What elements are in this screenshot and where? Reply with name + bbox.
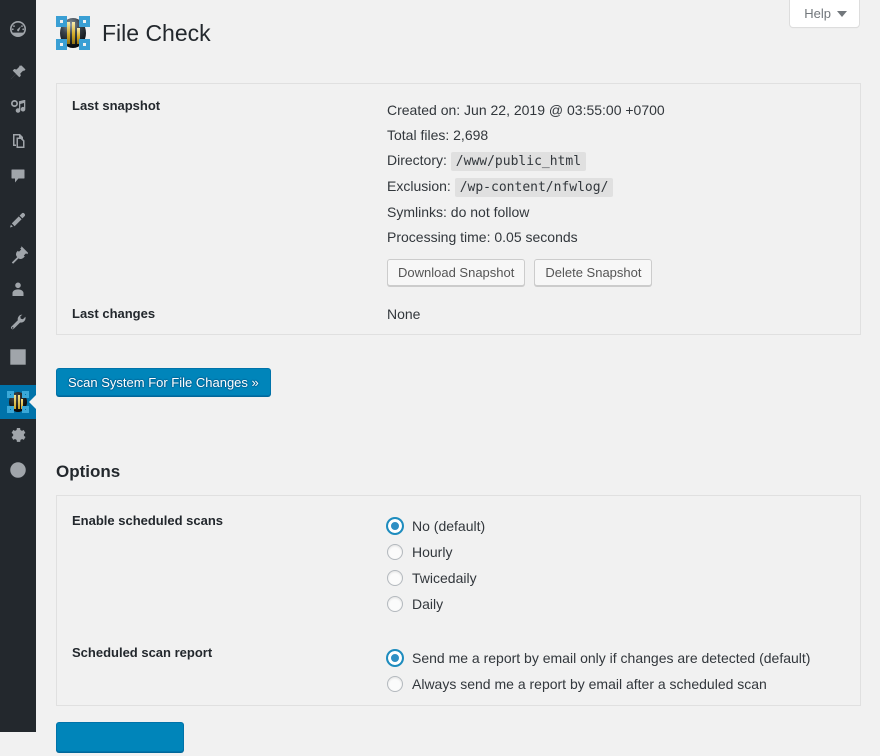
- play-circle-icon: [8, 460, 28, 480]
- radio-indicator[interactable]: [387, 650, 403, 666]
- last-changes-row: Last changes None: [57, 306, 420, 323]
- scan-button-wrap: Scan System For File Changes »: [56, 368, 271, 396]
- screen-meta-links: Help: [789, 0, 860, 28]
- chevron-down-icon: [837, 10, 847, 17]
- radio-label: Send me a report by email only if change…: [412, 650, 811, 666]
- submit-button-wrap: [56, 722, 184, 756]
- created-on-line: Created on: Jun 22, 2019 @ 03:55:00 +070…: [387, 102, 665, 118]
- save-changes-button[interactable]: [56, 722, 184, 752]
- scan-system-button[interactable]: Scan System For File Changes »: [56, 368, 271, 396]
- exclusion-line: Exclusion: /wp-content/nfwlog/: [387, 174, 665, 200]
- total-files-line: Total files: 2,698: [387, 127, 489, 143]
- sidebar-item-firewall-log[interactable]: [0, 453, 36, 487]
- pin-icon: [8, 63, 28, 83]
- radio-indicator[interactable]: [387, 570, 403, 586]
- sidebar-item-firewall-options[interactable]: [0, 419, 36, 453]
- sidebar-item-media[interactable]: [0, 90, 36, 124]
- radio-indicator[interactable]: [387, 518, 403, 534]
- radio-label: Hourly: [412, 544, 453, 560]
- radio-scheduled-no[interactable]: No (default): [387, 513, 485, 539]
- exclusion-value: /wp-content/nfwlog/: [454, 178, 614, 197]
- page-title: File Check: [56, 16, 211, 50]
- radio-indicator[interactable]: [387, 596, 403, 612]
- radio-label: Always send me a report by email after a…: [412, 676, 767, 692]
- radio-label: Daily: [412, 596, 444, 612]
- sliders-icon: [8, 347, 28, 367]
- admin-sidebar: [0, 0, 37, 732]
- sidebar-item-settings[interactable]: [0, 340, 36, 374]
- last-snapshot-row: Last snapshot Created on: Jun 22, 2019 @…: [57, 98, 665, 286]
- enable-scheduled-scans-label: Enable scheduled scans: [72, 513, 224, 528]
- radio-report-always[interactable]: Always send me a report by email after a…: [387, 671, 810, 697]
- symlinks-line: Symlinks: do not follow: [387, 204, 530, 220]
- options-heading: Options: [56, 462, 121, 481]
- radio-scheduled-hourly[interactable]: Hourly: [387, 539, 485, 565]
- directory-line: Directory: /www/public_html: [387, 148, 665, 174]
- directory-value: /www/public_html: [450, 152, 587, 171]
- exclusion-label: Exclusion:: [387, 178, 451, 194]
- file-check-logo-icon: [56, 16, 90, 50]
- directory-label: Directory:: [387, 152, 447, 168]
- radio-report-on-changes[interactable]: Send me a report by email only if change…: [387, 645, 810, 671]
- gear-icon: [8, 426, 28, 446]
- processing-time-line: Processing time: 0.05 seconds: [387, 229, 578, 245]
- radio-scheduled-twicedaily[interactable]: Twicedaily: [387, 565, 485, 591]
- last-snapshot-label: Last snapshot: [72, 98, 161, 113]
- radio-scheduled-daily[interactable]: Daily: [387, 591, 485, 617]
- last-changes-label: Last changes: [72, 306, 156, 321]
- radio-label: No (default): [412, 518, 486, 534]
- paintbrush-icon: [8, 210, 28, 230]
- sidebar-item-tools[interactable]: [0, 305, 36, 339]
- sidebar-item-appearance[interactable]: [0, 203, 36, 237]
- sidebar-separator: [0, 193, 36, 202]
- sidebar-item-pages[interactable]: [0, 124, 36, 158]
- pages-icon: [8, 131, 28, 151]
- enable-scheduled-scans-row: Enable scheduled scans No (default) Hour…: [57, 513, 485, 617]
- content-area: Help File Check Last snapshot Created on…: [36, 0, 880, 752]
- help-tab-button[interactable]: Help: [789, 0, 860, 28]
- download-snapshot-button[interactable]: Download Snapshot: [387, 259, 526, 286]
- scheduled-scan-report-choices: Send me a report by email only if change…: [387, 645, 810, 697]
- radio-indicator[interactable]: [387, 544, 403, 560]
- plug-icon: [8, 245, 28, 265]
- scheduled-scan-report-label: Scheduled scan report: [72, 645, 213, 660]
- file-check-plugin-icon: [7, 391, 29, 413]
- enable-scheduled-scans-choices: No (default) Hourly Twicedaily Daily: [387, 513, 485, 617]
- sidebar-item-posts[interactable]: [0, 56, 36, 90]
- sidebar-item-dashboard[interactable]: [0, 12, 36, 46]
- last-snapshot-details: Created on: Jun 22, 2019 @ 03:55:00 +070…: [387, 98, 665, 286]
- user-icon: [8, 279, 28, 299]
- sidebar-item-comments[interactable]: [0, 159, 36, 193]
- sidebar-item-plugins[interactable]: [0, 238, 36, 272]
- comment-icon: [8, 166, 28, 186]
- wrench-icon: [8, 312, 28, 332]
- radio-indicator[interactable]: [387, 676, 403, 692]
- sidebar-item-users[interactable]: [0, 272, 36, 306]
- options-panel: Enable scheduled scans No (default) Hour…: [56, 495, 861, 706]
- media-icon: [8, 97, 28, 117]
- last-changes-value: None: [387, 306, 421, 322]
- delete-snapshot-button[interactable]: Delete Snapshot: [534, 259, 653, 286]
- last-snapshot-panel: Last snapshot Created on: Jun 22, 2019 @…: [56, 83, 861, 335]
- sidebar-separator: [0, 374, 36, 383]
- snapshot-actions: Download Snapshot Delete Snapshot: [387, 259, 665, 286]
- scheduled-scan-report-row: Scheduled scan report Send me a report b…: [57, 645, 810, 697]
- dashboard-icon: [8, 19, 28, 39]
- radio-label: Twicedaily: [412, 570, 477, 586]
- page-title-text: File Check: [102, 19, 211, 46]
- sidebar-item-ninja-firewall[interactable]: [0, 385, 37, 419]
- help-tab-label: Help: [804, 6, 831, 21]
